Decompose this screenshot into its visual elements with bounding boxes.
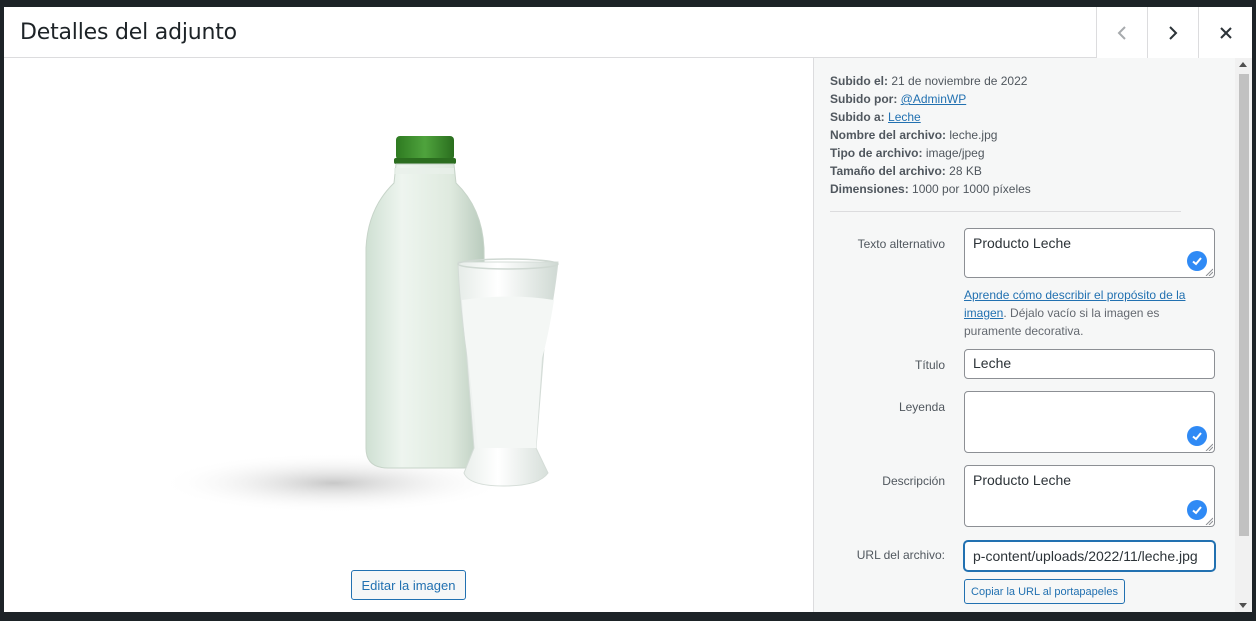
uploaded-by-link[interactable]: @AdminWP: [901, 92, 967, 106]
dimensions-label: Dimensiones:: [830, 182, 909, 196]
dimensions-value: 1000 por 1000 píxeles: [912, 182, 1031, 196]
info-pane-scrollbar[interactable]: [1235, 58, 1252, 612]
uploaded-to-link[interactable]: Leche: [888, 110, 921, 124]
check-icon: [1187, 426, 1207, 446]
details-divider: [830, 211, 1181, 212]
uploaded-to-label: Subido a:: [830, 110, 885, 124]
check-icon: [1187, 500, 1207, 520]
uploaded-on-row: Subido el: 21 de noviembre de 2022: [830, 72, 1031, 90]
resize-handle-icon[interactable]: [1205, 517, 1213, 525]
title-label: Título: [914, 358, 945, 372]
modal-header: Detalles del adjunto: [4, 7, 1252, 58]
file-url-label: URL del archivo:: [856, 548, 945, 562]
alt-text-field[interactable]: Producto Leche: [964, 228, 1215, 278]
alt-text-value: Producto Leche: [973, 235, 1072, 251]
uploaded-by-label: Subido por:: [830, 92, 898, 106]
scrollbar-thumb[interactable]: [1239, 74, 1249, 536]
modal-title: Detalles del adjunto: [20, 20, 237, 45]
attachment-info-pane: Subido el: 21 de noviembre de 2022 Subid…: [813, 58, 1252, 612]
attachment-details-modal: Detalles del adjunto Editar la imagen Su…: [4, 7, 1252, 612]
scroll-down-icon[interactable]: [1239, 603, 1247, 608]
file-name-value: leche.jpg: [949, 128, 998, 142]
file-name-label: Nombre del archivo:: [830, 128, 947, 142]
caption-field[interactable]: [964, 391, 1215, 453]
resize-handle-icon[interactable]: [1205, 443, 1213, 451]
description-field[interactable]: Producto Leche: [964, 465, 1215, 527]
edit-image-button[interactable]: Editar la imagen: [351, 570, 466, 600]
uploaded-by-row: Subido por: @AdminWP: [830, 90, 1031, 108]
prev-attachment-button[interactable]: [1096, 7, 1147, 58]
description-label: Descripción: [882, 474, 945, 488]
file-size-value: 28 KB: [949, 164, 982, 178]
chevron-right-icon: [1169, 25, 1178, 40]
milk-bottle-and-glass-image: [159, 136, 559, 513]
uploaded-to-row: Subido a: Leche: [830, 108, 1031, 126]
description-value: Producto Leche: [973, 472, 1072, 488]
title-value: Leche: [973, 355, 1012, 371]
title-field[interactable]: Leche: [964, 349, 1215, 379]
caption-label: Leyenda: [898, 400, 945, 414]
file-url-value: p-content/uploads/2022/11/leche.jpg: [973, 548, 1198, 564]
scroll-up-icon[interactable]: [1239, 62, 1247, 67]
alt-text-label: Texto alternativo: [857, 237, 945, 251]
attachment-preview-pane: Editar la imagen: [4, 58, 813, 612]
close-modal-button[interactable]: [1198, 7, 1252, 58]
file-type-row: Tipo de archivo: image/jpeg: [830, 144, 1031, 162]
file-url-field[interactable]: p-content/uploads/2022/11/leche.jpg: [964, 541, 1215, 571]
dimensions-row: Dimensiones: 1000 por 1000 píxeles: [830, 180, 1031, 198]
resize-handle-icon[interactable]: [1205, 268, 1213, 276]
file-name-row: Nombre del archivo: leche.jpg: [830, 126, 1031, 144]
check-icon: [1187, 251, 1207, 271]
file-details: Subido el: 21 de noviembre de 2022 Subid…: [830, 72, 1031, 198]
alt-text-help: Aprende cómo describir el propósito de l…: [964, 286, 1204, 340]
next-attachment-button[interactable]: [1147, 7, 1198, 58]
file-size-row: Tamaño del archivo: 28 KB: [830, 162, 1031, 180]
uploaded-on-label: Subido el:: [830, 74, 888, 88]
chevron-left-icon: [1117, 25, 1126, 40]
file-size-label: Tamaño del archivo:: [830, 164, 946, 178]
close-icon: [1219, 26, 1232, 39]
uploaded-on-value: 21 de noviembre de 2022: [891, 74, 1028, 88]
file-type-label: Tipo de archivo:: [830, 146, 923, 160]
file-type-value: image/jpeg: [925, 146, 985, 160]
copy-url-button[interactable]: Copiar la URL al portapapeles: [964, 579, 1125, 604]
